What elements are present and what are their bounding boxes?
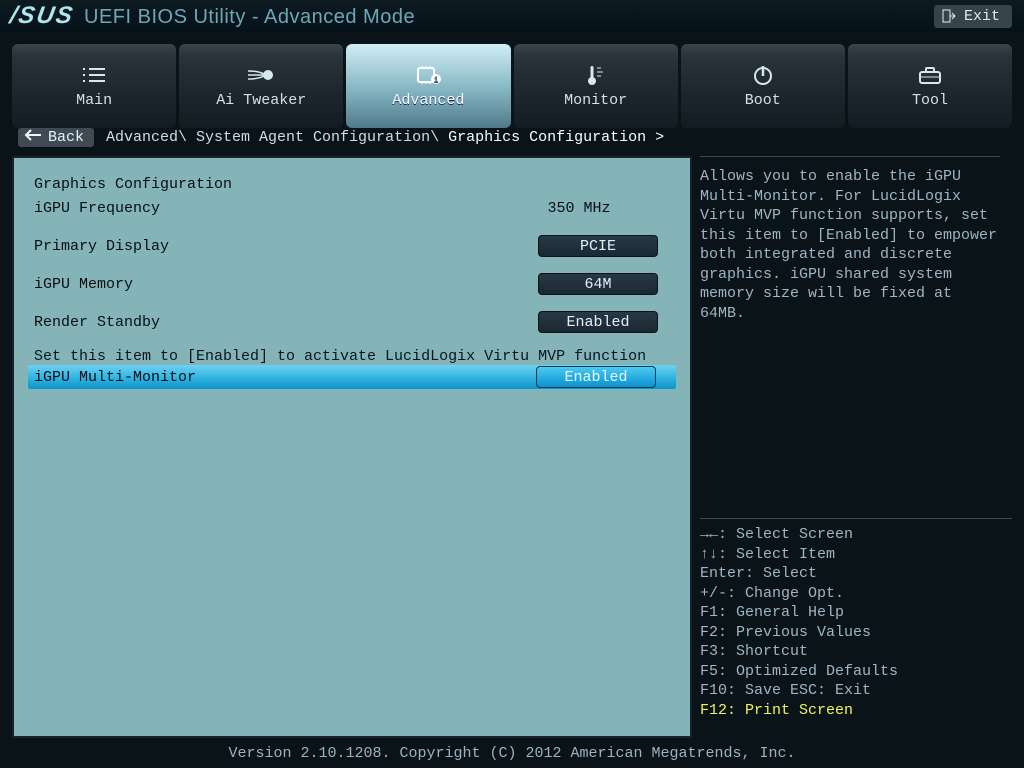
breadcrumb: Advanced\ System Agent Configuration\ Gr… bbox=[106, 129, 664, 146]
tab-tool[interactable]: Tool bbox=[848, 44, 1012, 128]
tab-label: Ai Tweaker bbox=[216, 92, 306, 109]
tab-boot[interactable]: Boot bbox=[681, 44, 845, 128]
key-hint: Enter: Select bbox=[700, 564, 1012, 584]
igpu-multi-monitor-label: iGPU Multi-Monitor bbox=[34, 369, 474, 386]
tab-main[interactable]: Main bbox=[12, 44, 176, 128]
igpu-frequency-label: iGPU Frequency bbox=[34, 200, 474, 217]
help-text: Allows you to enable the iGPU Multi-Moni… bbox=[700, 168, 997, 322]
brand-logo: /SUS bbox=[8, 4, 76, 28]
list-icon bbox=[79, 64, 109, 86]
exit-label: Exit bbox=[964, 8, 1000, 25]
key-hint: +/-: Change Opt. bbox=[700, 584, 1012, 604]
key-hint: F1: General Help bbox=[700, 603, 1012, 623]
tab-bar: Main Ai Tweaker i Advanced Monitor Boot … bbox=[0, 32, 1024, 128]
breadcrumb-seg[interactable]: System Agent Configuration\ bbox=[187, 129, 439, 146]
tab-label: Tool bbox=[912, 92, 948, 109]
settings-panel: Graphics Configuration iGPU Frequency 35… bbox=[12, 156, 692, 738]
key-hint: ↑↓: Select Item bbox=[700, 545, 1012, 565]
tab-ai-tweaker[interactable]: Ai Tweaker bbox=[179, 44, 343, 128]
toolbox-icon bbox=[915, 64, 945, 86]
key-hint: F5: Optimized Defaults bbox=[700, 662, 1012, 682]
key-hint-highlight: F12: Print Screen bbox=[700, 701, 1012, 721]
exit-button[interactable]: Exit bbox=[934, 5, 1012, 28]
power-icon bbox=[748, 64, 778, 86]
back-button[interactable]: Back bbox=[18, 128, 94, 147]
igpu-memory-label: iGPU Memory bbox=[34, 276, 474, 293]
tab-label: Advanced bbox=[392, 92, 464, 109]
thermometer-icon bbox=[581, 64, 611, 86]
igpu-multi-monitor-row[interactable]: iGPU Multi-Monitor Enabled bbox=[28, 365, 676, 389]
key-hint: F2: Previous Values bbox=[700, 623, 1012, 643]
app-title: UEFI BIOS Utility - Advanced Mode bbox=[84, 6, 415, 29]
title-bar: /SUS UEFI BIOS Utility - Advanced Mode E… bbox=[0, 0, 1024, 32]
breadcrumb-seg[interactable]: Advanced\ bbox=[106, 129, 187, 146]
arrow-left-icon bbox=[24, 129, 42, 146]
breadcrumb-current: Graphics Configuration > bbox=[439, 129, 664, 146]
setting-hint: Set this item to [Enabled] to activate L… bbox=[26, 348, 678, 365]
igpu-multi-monitor-select[interactable]: Enabled bbox=[536, 366, 656, 388]
tab-label: Main bbox=[76, 92, 112, 109]
help-panel: Allows you to enable the iGPU Multi-Moni… bbox=[700, 156, 1000, 323]
exit-door-icon bbox=[942, 9, 956, 23]
igpu-frequency-value: 350 MHz bbox=[514, 200, 644, 217]
primary-display-select[interactable]: PCIE bbox=[538, 235, 658, 257]
chip-info-icon: i bbox=[413, 64, 443, 86]
key-legend: →←: Select Screen ↑↓: Select Item Enter:… bbox=[700, 518, 1012, 720]
tab-advanced[interactable]: i Advanced bbox=[346, 44, 510, 128]
key-hint: →←: Select Screen bbox=[700, 525, 1012, 545]
primary-display-label: Primary Display bbox=[34, 238, 474, 255]
breadcrumb-row: Back Advanced\ System Agent Configuratio… bbox=[12, 126, 692, 148]
back-label: Back bbox=[48, 129, 84, 146]
tab-label: Boot bbox=[745, 92, 781, 109]
render-standby-label: Render Standby bbox=[34, 314, 474, 331]
key-hint: F10: Save ESC: Exit bbox=[700, 681, 1012, 701]
tab-label: Monitor bbox=[564, 92, 627, 109]
comet-icon bbox=[246, 64, 276, 86]
igpu-memory-select[interactable]: 64M bbox=[538, 273, 658, 295]
svg-text:i: i bbox=[434, 76, 439, 85]
section-heading: Graphics Configuration bbox=[34, 176, 474, 193]
render-standby-select[interactable]: Enabled bbox=[538, 311, 658, 333]
key-hint: F3: Shortcut bbox=[700, 642, 1012, 662]
tab-monitor[interactable]: Monitor bbox=[514, 44, 678, 128]
footer-copyright: Version 2.10.1208. Copyright (C) 2012 Am… bbox=[0, 745, 1024, 762]
